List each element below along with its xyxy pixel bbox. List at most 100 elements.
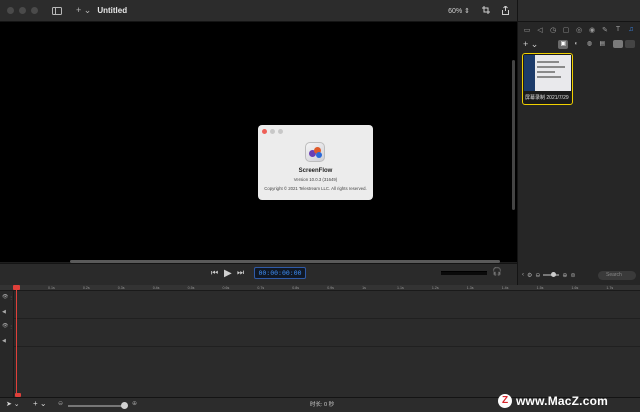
screenflow-window: + ⌄ Untitled 60% ⇕ ▭ ◁ ◷ ▢ ◎ ◉ ✎ T ♫ + ⌄ [0,0,640,412]
zoom-out-icon[interactable]: ⊖ [535,272,540,279]
about-dialog: ScreenFlow Version 10.0.3 (31649) Copyri… [258,125,373,200]
thumbnail-size-slider[interactable] [543,272,560,277]
playhead-handle[interactable] [13,285,20,290]
stepper-icon: ⇕ [464,8,470,15]
window-controls [7,7,38,14]
crop-icon[interactable] [482,6,490,16]
collapse-left-icon[interactable]: ‹ [522,272,524,278]
filter-video-icon[interactable]: ◐ [571,40,581,49]
screenflow-app-icon [305,142,325,162]
ruler-tick-label: 1s [362,286,366,290]
rewind-icon[interactable]: ⏮ [211,268,218,278]
ruler-tick-label: 0.8s [292,286,300,290]
library-search-input[interactable]: Search [598,270,636,280]
play-icon[interactable]: ▶ [224,268,232,279]
sidebar-toggle-icon[interactable] [52,6,62,15]
app-name: ScreenFlow [298,168,333,174]
zoom-window-button[interactable] [31,7,38,14]
filter-all-icon[interactable]: ▣ [558,39,569,49]
list-view-icon[interactable] [625,40,635,48]
ruler-tick-label: 0.7s [257,286,265,290]
ruler-tick-label: 1.2s [431,286,439,290]
panel-header [518,0,640,22]
track-visibility-icon[interactable]: 👁 [2,294,8,300]
ruler-tick-label: 0.5s [187,286,195,290]
library-add-button[interactable]: + ⌄ [523,39,538,50]
timeline-zoom-out-icon[interactable]: ⊖ [58,400,63,407]
grid-view-icon[interactable] [613,40,623,48]
library-bottom-bar: ‹ ⚙ ⊖ ⊕ ⊜ Search [518,267,640,283]
minimize-window-button[interactable] [19,7,26,14]
ruler-tick-label: 0.6s [222,286,230,290]
filter-images-icon[interactable]: ▤ [597,40,607,49]
share-icon[interactable] [502,4,509,17]
inspector-tabs: ▭ ◁ ◷ ▢ ◎ ◉ ✎ T ♫ [518,22,640,36]
fast-forward-icon[interactable]: ⏭ [237,268,244,278]
track-divider [14,318,640,319]
timeline-zoom-slider[interactable] [68,405,126,407]
ruler-tick-label: 1.5s [536,286,544,290]
callout-icon[interactable]: ◎ [575,26,583,36]
timeline[interactable] [0,285,640,397]
timeline-zoom-knob[interactable] [121,402,128,409]
track-headers [0,291,14,397]
site-watermark: Z www.MacZ.com [498,391,608,411]
canvas-vertical-scrollbar[interactable] [512,60,515,210]
media-library-panel: ▭ ◁ ◷ ▢ ◎ ◉ ✎ T ♫ + ⌄ ▣ ◐ ◍ ▤ [517,0,640,285]
audio-level-meter [441,271,487,275]
title-bar: + ⌄ Untitled 60% ⇕ [0,0,517,22]
timeline-add-button[interactable]: + ⌄ [33,399,47,408]
dialog-zoom-button [278,129,283,134]
zoom-level-value: 60% [448,8,463,15]
annotations-icon[interactable]: ✎ [601,26,609,36]
dialog-minimize-button [270,129,275,134]
dialog-close-button[interactable] [262,129,267,134]
track-lock-icon[interactable]: ⋮ [9,324,13,329]
track-audio-icon[interactable]: ◀ [2,309,6,315]
watermark-text: www.MacZ.com [516,394,608,408]
settings-icon[interactable]: ⚙ [527,272,532,279]
timeline-ruler[interactable] [0,285,640,291]
library-toolbar: + ⌄ ▣ ◐ ◍ ▤ [518,36,640,52]
headphones-icon[interactable]: 🎧 [492,267,502,276]
touch-icon[interactable]: ◉ [588,26,596,36]
text-icon[interactable]: T [614,26,622,36]
media-item-caption: 屏幕录制 2021/7/29 [525,95,569,101]
pointer-tool-icon[interactable]: ➤ ⌄ [6,400,20,408]
duration-label: 时长: 0 秒 [310,402,335,408]
history-icon[interactable]: ◷ [549,26,557,36]
library-filters: ▣ ◐ ◍ ▤ [558,39,607,49]
track-lock-icon[interactable]: ⋮ [9,295,13,300]
view-mode-toggle [613,40,635,48]
document-title: Untitled [97,6,128,15]
zoom-level-select[interactable]: 60% ⇕ [448,7,470,15]
sort-icon[interactable]: ⊜ [570,272,575,279]
audio-properties-icon[interactable]: ◁ [536,26,544,36]
timecode-display[interactable]: 00:00:00:00 [254,267,306,279]
zoom-in-icon[interactable]: ⊕ [562,272,567,279]
ruler-tick-label: 0.1s [48,286,55,290]
ruler-tick-label: 0.2s [82,286,90,290]
media-library-icon[interactable]: ♫ [627,26,635,36]
ruler-tick-label: 1.6s [571,286,579,290]
ruler-tick-label: 0.3s [117,286,125,290]
close-window-button[interactable] [7,7,14,14]
ruler-tick-label: 0.9s [327,286,334,290]
dialog-window-controls [262,129,283,134]
add-media-button[interactable]: + ⌄ [76,5,91,16]
ruler-tick-label: 1.3s [466,286,474,290]
app-copyright: Copyright © 2021 Telestream LLC. All rig… [264,186,367,191]
ruler-tick-label: 1.4s [501,286,509,290]
timeline-zoom-in-icon[interactable]: ⊕ [132,400,137,407]
filter-audio-icon[interactable]: ◍ [584,40,594,49]
media-item[interactable]: 屏幕录制 2021/7/29 [522,53,573,105]
track-visibility-icon[interactable]: 👁 [2,323,8,329]
app-version: Version 10.0.3 (31649) [293,177,338,182]
screen-recording-icon[interactable]: ▢ [562,26,570,36]
media-thumbnail [524,55,571,91]
ruler-tick-label: 1.1s [397,286,404,290]
ruler-tick-label: 1.7s [606,286,614,290]
track-audio-icon[interactable]: ◀ [2,338,6,344]
video-properties-icon[interactable]: ▭ [523,26,531,36]
playhead[interactable] [16,285,17,397]
